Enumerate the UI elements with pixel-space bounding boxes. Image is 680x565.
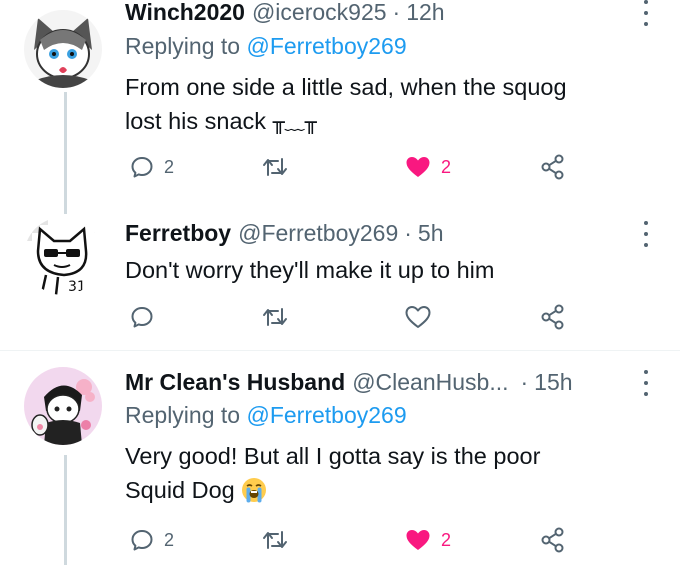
tweet-text-line: Squid Dog (125, 473, 655, 507)
replying-to: Replying to @Ferretboy269 (125, 402, 407, 429)
loudly-crying-face-icon (242, 478, 267, 503)
like-icon (405, 306, 431, 328)
reply-icon (131, 307, 153, 328)
avatar[interactable] (24, 367, 102, 445)
svg-text:31: 31 (68, 279, 86, 295)
wolf-avatar-image (24, 10, 102, 88)
replying-handle-link[interactable]: @Ferretboy269 (246, 402, 406, 428)
like-button[interactable]: 2 (405, 153, 451, 181)
tweet-text-line: lost his snack ╥﹏╥ (125, 108, 317, 134)
share-button[interactable] (540, 303, 566, 331)
retweet-icon (263, 531, 287, 549)
retweet-icon (263, 158, 287, 176)
tweet-text-line: From one side a little sad, when the squ… (125, 74, 567, 100)
retweet-button[interactable] (262, 526, 298, 554)
reply-count: 2 (164, 529, 175, 550)
share-button[interactable] (540, 526, 566, 554)
kaomoji: ╥﹏╥ (272, 110, 317, 134)
like-icon (406, 157, 430, 177)
reply-count: 2 (164, 156, 175, 177)
more-icon[interactable] (639, 370, 653, 396)
reply-button[interactable]: 2 (130, 153, 174, 181)
tweet-actions (125, 303, 585, 331)
share-icon (541, 527, 564, 553)
avatar[interactable]: 31 (24, 217, 102, 295)
tweet-actions: 2 2 (125, 526, 585, 554)
reply-button[interactable] (130, 303, 164, 331)
avatar[interactable] (24, 10, 102, 88)
tweet-text: Very good! But all I gotta say is the po… (125, 439, 655, 507)
user-handle[interactable]: @Ferretboy269 (238, 220, 398, 247)
separator-dot: · (404, 219, 412, 246)
share-icon (541, 154, 564, 180)
cat-avatar-image: 31 (24, 217, 102, 295)
tweet-text-line: Very good! But all I gotta say is the po… (125, 443, 541, 469)
like-button[interactable] (405, 303, 441, 331)
reply-icon (131, 530, 153, 551)
timestamp[interactable]: 12h (406, 0, 444, 26)
like-count: 2 (441, 156, 452, 177)
tweet-text: From one side a little sad, when the squ… (125, 70, 655, 139)
more-icon[interactable] (639, 0, 653, 26)
more-icon[interactable] (639, 221, 653, 247)
separator-dot: · (392, 0, 401, 25)
like-count: 2 (441, 529, 452, 550)
share-icon (541, 304, 564, 330)
tweet-header: Ferretboy @Ferretboy269 · 5h (125, 218, 444, 248)
tweet-2[interactable]: 31 Ferretboy @Ferretboy269 · 5h Don't wo… (0, 200, 680, 350)
retweet-button[interactable] (262, 153, 298, 181)
display-name[interactable]: Mr Clean's Husband (125, 369, 345, 396)
replying-handle-link[interactable]: @Ferretboy269 (246, 33, 406, 59)
tweet-1[interactable]: Winch2020 @icerock925 · 12h Replying to … (0, 0, 680, 200)
replying-to: Replying to @Ferretboy269 (125, 33, 407, 60)
tweet-header: Mr Clean's Husband @CleanHusb... · 15h (125, 367, 573, 397)
like-icon (406, 530, 430, 550)
display-name[interactable]: Winch2020 (125, 0, 245, 26)
reply-button[interactable]: 2 (130, 526, 174, 554)
retweet-button[interactable] (262, 303, 298, 331)
thread-line (64, 455, 67, 565)
tweet-header: Winch2020 @icerock925 · 12h (125, 0, 445, 27)
tweet-3[interactable]: Mr Clean's Husband @CleanHusb... · 15h R… (0, 351, 680, 565)
replying-label: Replying to (125, 402, 241, 428)
retweet-icon (263, 308, 287, 326)
tweet-actions: 2 2 (125, 153, 585, 181)
thread-line (64, 200, 67, 214)
thread-line (64, 92, 67, 200)
reply-icon (131, 157, 153, 178)
display-name[interactable]: Ferretboy (125, 220, 231, 247)
share-button[interactable] (540, 153, 566, 181)
timestamp[interactable]: 5h (418, 220, 444, 247)
separator-dot: · (520, 368, 529, 395)
timestamp[interactable]: 15h (534, 369, 572, 396)
user-handle[interactable]: @CleanHusb... (352, 369, 508, 396)
like-button[interactable]: 2 (405, 526, 451, 554)
character-avatar-image (24, 367, 102, 445)
user-handle[interactable]: @icerock925 (252, 0, 387, 26)
replying-label: Replying to (125, 33, 241, 59)
tweet-text: Don't worry they'll make it up to him (125, 253, 655, 287)
tweet-text-line: Don't worry they'll make it up to him (125, 257, 495, 283)
